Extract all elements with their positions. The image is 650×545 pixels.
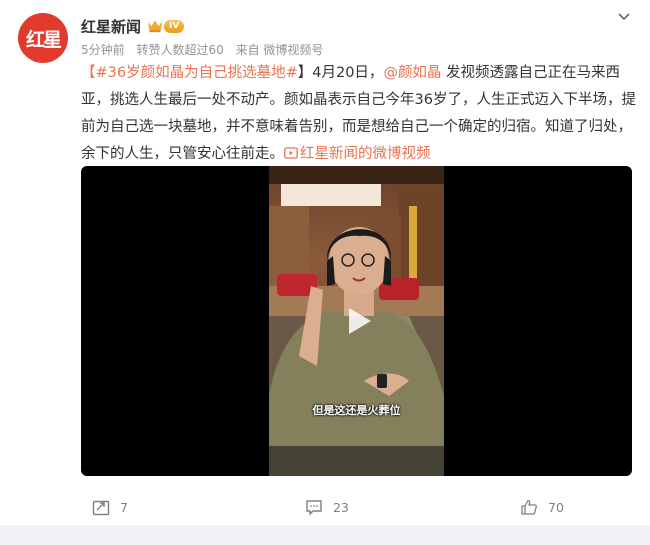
post-source[interactable]: 来自 微博视频号 xyxy=(236,43,324,57)
comment-icon xyxy=(306,500,322,516)
weibo-post-card: 红星 红星新闻 IV 5分钟前 转赞人数超过60 来自 微博视频号 【#36岁颜… xyxy=(0,0,650,525)
post-text: 【#36岁颜如晶为自己挑选墓地#】4月20日，@颜如晶 发视频透露自己正在马来西… xyxy=(81,60,636,168)
mention-link[interactable]: @颜如晶 xyxy=(383,65,441,81)
date-text: 4月20日， xyxy=(312,65,384,81)
like-count: 70 xyxy=(548,499,564,515)
topic-link[interactable]: #36岁颜如晶为自己挑选墓地# xyxy=(96,65,298,81)
crown-icon xyxy=(148,20,163,33)
vip-badge[interactable]: IV xyxy=(147,19,185,33)
author-name[interactable]: 红星新闻 xyxy=(81,16,141,37)
avatar-logo-text: 红星 xyxy=(25,28,62,51)
bracket-open: 【 xyxy=(81,65,96,81)
like-button[interactable]: 70 xyxy=(520,498,564,516)
repost-icon xyxy=(92,500,110,516)
post-meta: 5分钟前 转赞人数超过60 来自 微博视频号 xyxy=(81,41,331,58)
comment-count: 23 xyxy=(333,499,349,515)
video-link-label: 红星新闻的微博视频 xyxy=(300,146,431,162)
repost-count: 7 xyxy=(120,499,128,515)
video-player[interactable]: 但是这还是火葬位 xyxy=(81,166,632,476)
author-row: 红星新闻 IV xyxy=(81,15,185,37)
thumbs-up-icon xyxy=(521,499,537,515)
chevron-down-icon[interactable] xyxy=(616,8,632,24)
video-link-icon xyxy=(284,147,298,159)
video-subtitle: 但是这还是火葬位 xyxy=(312,404,401,417)
comment-button[interactable]: 23 xyxy=(305,498,349,516)
repost-like-note: 转赞人数超过60 xyxy=(136,43,224,57)
post-time[interactable]: 5分钟前 xyxy=(81,43,125,57)
repost-button[interactable]: 7 xyxy=(92,498,128,516)
play-icon[interactable] xyxy=(341,304,375,338)
bracket-close: 】 xyxy=(297,65,313,81)
video-link[interactable]: 红星新闻的微博视频 xyxy=(284,146,431,162)
action-bar: 7 23 70 xyxy=(0,490,650,524)
author-avatar[interactable]: 红星 xyxy=(18,13,68,63)
vip-level: IV xyxy=(164,19,185,33)
